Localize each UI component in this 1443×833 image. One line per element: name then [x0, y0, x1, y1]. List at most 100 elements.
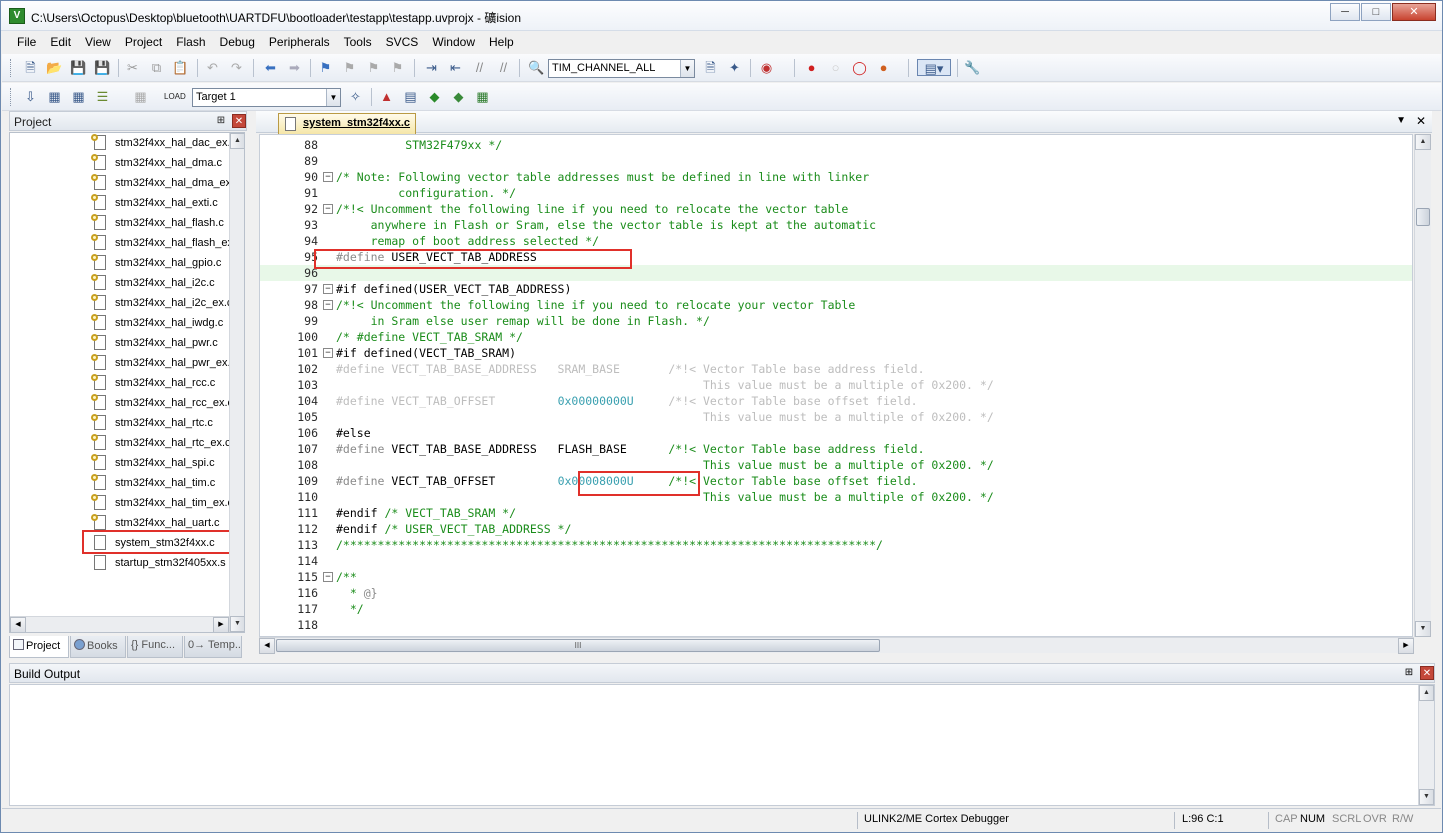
toolbar-grip[interactable]	[10, 88, 13, 106]
code-line[interactable]: 106 #else	[260, 425, 1412, 441]
find-in-files-icon[interactable]: 🔍	[528, 59, 545, 76]
tree-item-selected[interactable]: system_stm32f4xx.c	[82, 533, 244, 553]
code-line[interactable]: 107 #define VECT_TAB_BASE_ADDRESS FLASH_B…	[260, 441, 1412, 457]
code-line[interactable]: 97− #if defined(USER_VECT_TAB_ADDRESS)	[260, 281, 1412, 297]
tab-list-chevron-icon[interactable]: ▼	[1396, 115, 1406, 126]
close-icon[interactable]: ✕	[1420, 666, 1434, 680]
tab-books[interactable]: Books	[70, 636, 126, 658]
code-line[interactable]: 91 configuration. */	[260, 185, 1412, 201]
code-line[interactable]: 114	[260, 553, 1412, 569]
navigate-forward-icon[interactable]: ➡	[286, 59, 303, 76]
run-time-environment-icon[interactable]: ▦	[474, 88, 491, 105]
code-line[interactable]: 117 */	[260, 601, 1412, 617]
rebuild-icon[interactable]: ▦	[70, 88, 87, 105]
code-line[interactable]: 118	[260, 617, 1412, 633]
close-icon[interactable]: ✕	[232, 114, 246, 128]
code-line[interactable]: 105 This value must be a multiple of 0x2…	[260, 409, 1412, 425]
editor-horizontal-scrollbar[interactable]: ◀ III ▶	[259, 637, 1414, 654]
menu-file[interactable]: File	[10, 32, 43, 52]
bookmark-prev-icon[interactable]: ⚑	[341, 59, 358, 76]
bookmark-next-icon[interactable]: ⚑	[365, 59, 382, 76]
kill-breakpoints-icon[interactable]: ●	[875, 59, 892, 76]
pin-icon[interactable]: ⊞	[214, 114, 228, 128]
find-combo[interactable]: TIM_CHANNEL_ALL ▼	[548, 59, 695, 78]
menu-help[interactable]: Help	[482, 32, 521, 52]
tree-item[interactable]: stm32f4xx_hal_pwr_ex.c	[82, 353, 244, 373]
close-window-button[interactable]: ✕	[1392, 3, 1436, 21]
chevron-down-icon[interactable]: ▼	[326, 89, 340, 106]
tree-item[interactable]: stm32f4xx_hal_dma.c	[82, 153, 244, 173]
redo-icon[interactable]: ↷	[228, 59, 245, 76]
new-file-icon[interactable]: 🗎	[22, 59, 39, 76]
target-combo[interactable]: Target 1 ▼	[192, 88, 341, 107]
code-line[interactable]: 102 #define VECT_TAB_BASE_ADDRESS SRAM_BA…	[260, 361, 1412, 377]
menu-debug[interactable]: Debug	[213, 32, 262, 52]
code-line[interactable]: 111 #endif /* VECT_TAB_SRAM */	[260, 505, 1412, 521]
code-line[interactable]: 96	[260, 265, 1412, 281]
code-line[interactable]: 112 #endif /* USER_VECT_TAB_ADDRESS */	[260, 521, 1412, 537]
code-line[interactable]: 113 /************************************…	[260, 537, 1412, 553]
code-line[interactable]: 94 remap of boot address selected */	[260, 233, 1412, 249]
fold-toggle-icon[interactable]: −	[323, 172, 333, 182]
menu-window[interactable]: Window	[425, 32, 482, 52]
bookmark-toggle-icon[interactable]: ⚑	[317, 59, 334, 76]
tree-item[interactable]: stm32f4xx_hal_i2c.c	[82, 273, 244, 293]
find-icon[interactable]: 🗎	[702, 59, 719, 76]
download-load-icon[interactable]: LOAD	[164, 88, 186, 105]
bookmark-clear-icon[interactable]: ⚑	[389, 59, 406, 76]
tree-item[interactable]: stm32f4xx_hal_rcc_ex.c	[82, 393, 244, 413]
code-line[interactable]: 93 anywhere in Flash or Sram, else the v…	[260, 217, 1412, 233]
maximize-button[interactable]: □	[1361, 3, 1391, 21]
tree-item[interactable]: stm32f4xx_hal_tim.c	[82, 473, 244, 493]
code-line[interactable]: 108 This value must be a multiple of 0x2…	[260, 457, 1412, 473]
code-line[interactable]: 88 STM32F479xx */	[260, 137, 1412, 153]
minimize-button[interactable]: ─	[1330, 3, 1360, 21]
stop-build-icon[interactable]: ▦	[132, 88, 149, 105]
scroll-right-icon[interactable]: ▶	[213, 617, 229, 632]
fold-toggle-icon[interactable]: −	[323, 300, 333, 310]
code-line[interactable]: 100 /* #define VECT_TAB_SRAM */	[260, 329, 1412, 345]
code-line[interactable]: 98−/*!< Uncomment the following line if …	[260, 297, 1412, 313]
menu-view[interactable]: View	[78, 32, 118, 52]
fold-toggle-icon[interactable]: −	[323, 348, 333, 358]
window-layout-icon[interactable]: ▤▾	[917, 59, 951, 76]
manage-components-icon[interactable]: ▲	[378, 88, 395, 105]
scroll-thumb[interactable]: III	[276, 639, 880, 652]
code-line[interactable]: 115−/**	[260, 569, 1412, 585]
build-icon[interactable]: ▦	[46, 88, 63, 105]
menu-tools[interactable]: Tools	[337, 32, 379, 52]
cut-icon[interactable]: ✂	[124, 59, 141, 76]
code-line[interactable]: 89	[260, 153, 1412, 169]
translate-icon[interactable]: ⇩	[22, 88, 39, 105]
tree-item[interactable]: stm32f4xx_hal_flash.c	[82, 213, 244, 233]
toolbar-grip[interactable]	[10, 59, 13, 77]
fold-toggle-icon[interactable]: −	[323, 284, 333, 294]
code-line[interactable]: 92−/*!< Uncomment the following line if …	[260, 201, 1412, 217]
tree-vertical-scrollbar[interactable]: ▲ ▼	[229, 133, 244, 632]
tab-project[interactable]: Project	[9, 636, 69, 658]
scroll-right-icon[interactable]: ▶	[1398, 638, 1414, 654]
pin-icon[interactable]: ⊞	[1402, 666, 1416, 680]
navigate-back-icon[interactable]: ⬅	[262, 59, 279, 76]
fold-toggle-icon[interactable]: −	[323, 572, 333, 582]
scroll-left-icon[interactable]: ◀	[259, 638, 275, 654]
fold-toggle-icon[interactable]: −	[323, 204, 333, 214]
build-output-area[interactable]: ▲ ▼	[9, 684, 1435, 806]
menu-flash[interactable]: Flash	[169, 32, 212, 52]
code-line[interactable]: 110 This value must be a multiple of 0x2…	[260, 489, 1412, 505]
code-line[interactable]: 95 #define USER_VECT_TAB_ADDRESS	[260, 249, 1412, 265]
code-line[interactable]: 99 in Sram else user remap will be done …	[260, 313, 1412, 329]
open-folder-icon[interactable]: 📂	[46, 59, 63, 76]
batch-build-icon[interactable]: ☰	[94, 88, 111, 105]
configure-tools-icon[interactable]: 🔧	[964, 59, 981, 76]
enable-breakpoint-icon[interactable]: ○	[827, 59, 844, 76]
tree-item[interactable]: stm32f4xx_hal_spi.c	[82, 453, 244, 473]
tree-item[interactable]: stm32f4xx_hal_gpio.c	[82, 253, 244, 273]
scroll-thumb[interactable]	[1416, 208, 1430, 226]
paste-icon[interactable]: 📋	[172, 59, 189, 76]
indent-icon[interactable]: ⇥	[423, 59, 440, 76]
tree-item[interactable]: stm32f4xx_hal_rcc.c	[82, 373, 244, 393]
incremental-find-icon[interactable]: ✦	[726, 59, 743, 76]
tree-item[interactable]: stm32f4xx_hal_dac_ex.c	[82, 133, 244, 153]
tree-item[interactable]: stm32f4xx_hal_flash_ex.c	[82, 233, 244, 253]
